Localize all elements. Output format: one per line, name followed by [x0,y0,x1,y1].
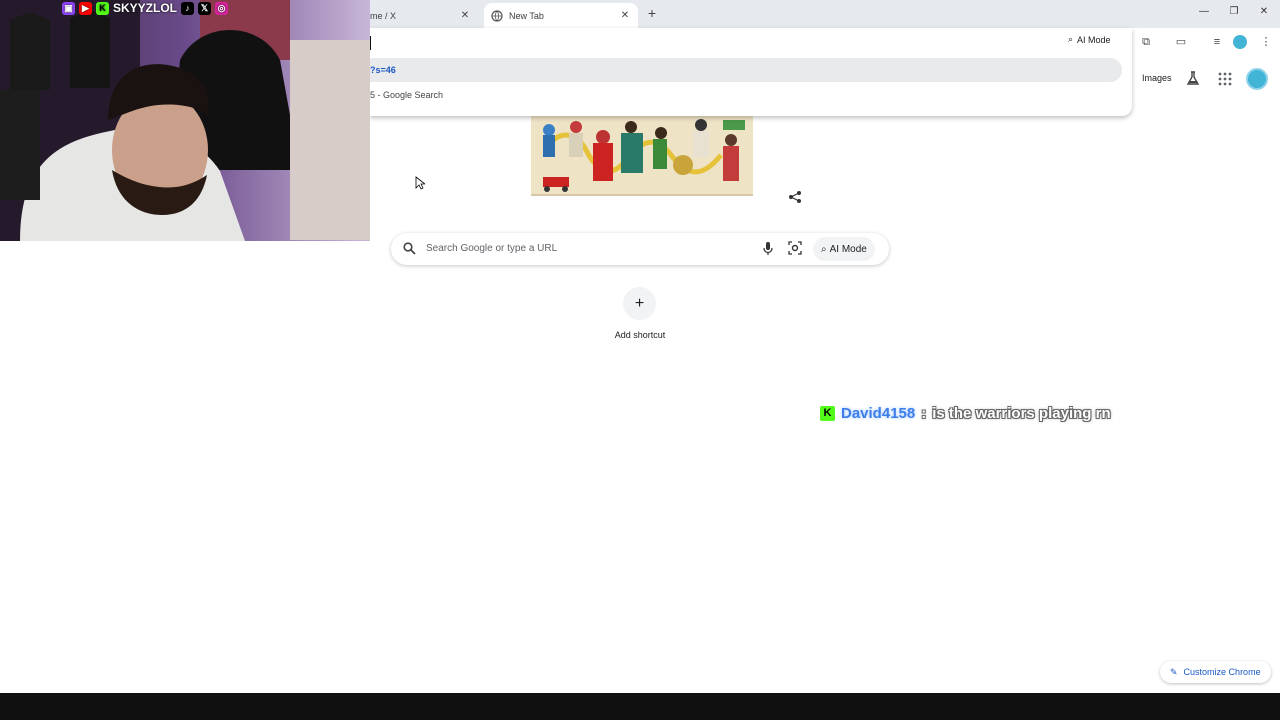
customize-chrome-label: Customize Chrome [1183,667,1261,677]
omnibox-dropdown: ⌕ AI Mode ?s=46 5 - Google Search [370,28,1132,116]
labs-flask-icon[interactable] [1185,70,1201,86]
tiktok-icon: ♪ [181,1,195,15]
suggestion-prefix: 5 [370,90,376,100]
webcam-feed-image [0,0,370,241]
share-icon[interactable] [788,190,802,204]
suggestion-text: - Google Search [377,90,444,100]
streamer-handle: SKYYZLOL [113,1,178,15]
instagram-icon: ◎ [215,1,229,15]
chat-username: David4158 [841,405,916,422]
search-icon [403,242,416,255]
ai-mode-label: AI Mode [829,243,867,255]
globe-icon [491,9,503,22]
tab-x[interactable]: me / X ✕ [370,3,478,28]
doodle-illustration [531,115,753,194]
tab-new-tab[interactable]: New Tab ✕ [484,3,638,28]
chat-message: K David4158 : is the warriors playing rn [820,405,1111,422]
tab-close-icon[interactable]: ✕ [618,10,632,21]
omnibox-suggestion-search[interactable]: 5 - Google Search [370,90,443,100]
tab-label: New Tab [509,10,544,21]
pencil-icon: ✎ [1170,666,1178,677]
tab-label: me / X [370,10,397,21]
kick-badge-icon: K [820,406,835,421]
customize-chrome-button[interactable]: ✎ Customize Chrome [1160,661,1271,683]
streamer-socials: ▣ ▶ K SKYYZLOL ♪ 𝕏 ◎ [62,0,229,16]
ai-mode-icon: ⌕ [821,243,827,255]
add-shortcut-label: Add shortcut [614,330,666,340]
ai-mode-icon: ⌕ [1068,34,1074,44]
ai-mode-button[interactable]: ⌕ AI Mode [813,237,875,261]
chat-separator: : [921,405,927,422]
kick-icon: K [96,1,109,15]
add-shortcut-button[interactable]: + [623,287,656,320]
close-window-icon[interactable]: ✕ [1256,4,1272,20]
profile-avatar-icon[interactable] [1233,35,1247,49]
taskbar [0,693,1280,720]
omnibox-ai-mode-button[interactable]: ⌕ AI Mode [1068,34,1111,45]
google-doodle[interactable] [531,115,753,196]
youtube-icon: ▶ [79,1,92,15]
twitch-icon: ▣ [62,1,75,15]
reading-list-icon[interactable]: ≡ [1209,34,1225,50]
lens-camera-icon[interactable] [788,241,802,255]
omnibox-input[interactable] [370,36,380,50]
chat-text: is the warriors playing rn [932,405,1111,422]
ai-mode-label: AI Mode [1077,34,1111,45]
webcam-overlay: ▣ ▶ K SKYYZLOL ♪ 𝕏 ◎ [0,0,370,241]
x-icon: 𝕏 [198,1,212,15]
tab-close-icon[interactable]: ✕ [458,10,472,21]
new-tab-button[interactable]: + [645,6,659,20]
minimize-icon[interactable]: — [1196,4,1212,20]
account-avatar[interactable] [1246,68,1268,90]
microphone-icon[interactable] [762,241,774,256]
extensions-icon[interactable]: ⧉ [1138,34,1154,50]
search-placeholder: Search Google or type a URL [426,243,558,254]
omnibox-suggestion-url[interactable]: ?s=46 [370,58,1122,82]
more-menu-icon[interactable]: ⋮ [1258,34,1274,50]
tab-search-icon[interactable]: ▭ [1173,34,1189,50]
images-link[interactable]: Images [1142,73,1172,83]
suggestion-text: ?s=46 [370,65,396,75]
ntp-search-box[interactable]: Search Google or type a URL ⌕ AI Mode [391,233,889,265]
restore-icon[interactable]: ❐ [1226,4,1242,20]
screen: me / X ✕ New Tab ✕ + — ❐ ✕ ⧉ ▭ ≡ ⋮ Image… [0,0,1280,720]
mouse-cursor-icon [415,176,425,190]
apps-grid-icon[interactable] [1217,71,1233,87]
